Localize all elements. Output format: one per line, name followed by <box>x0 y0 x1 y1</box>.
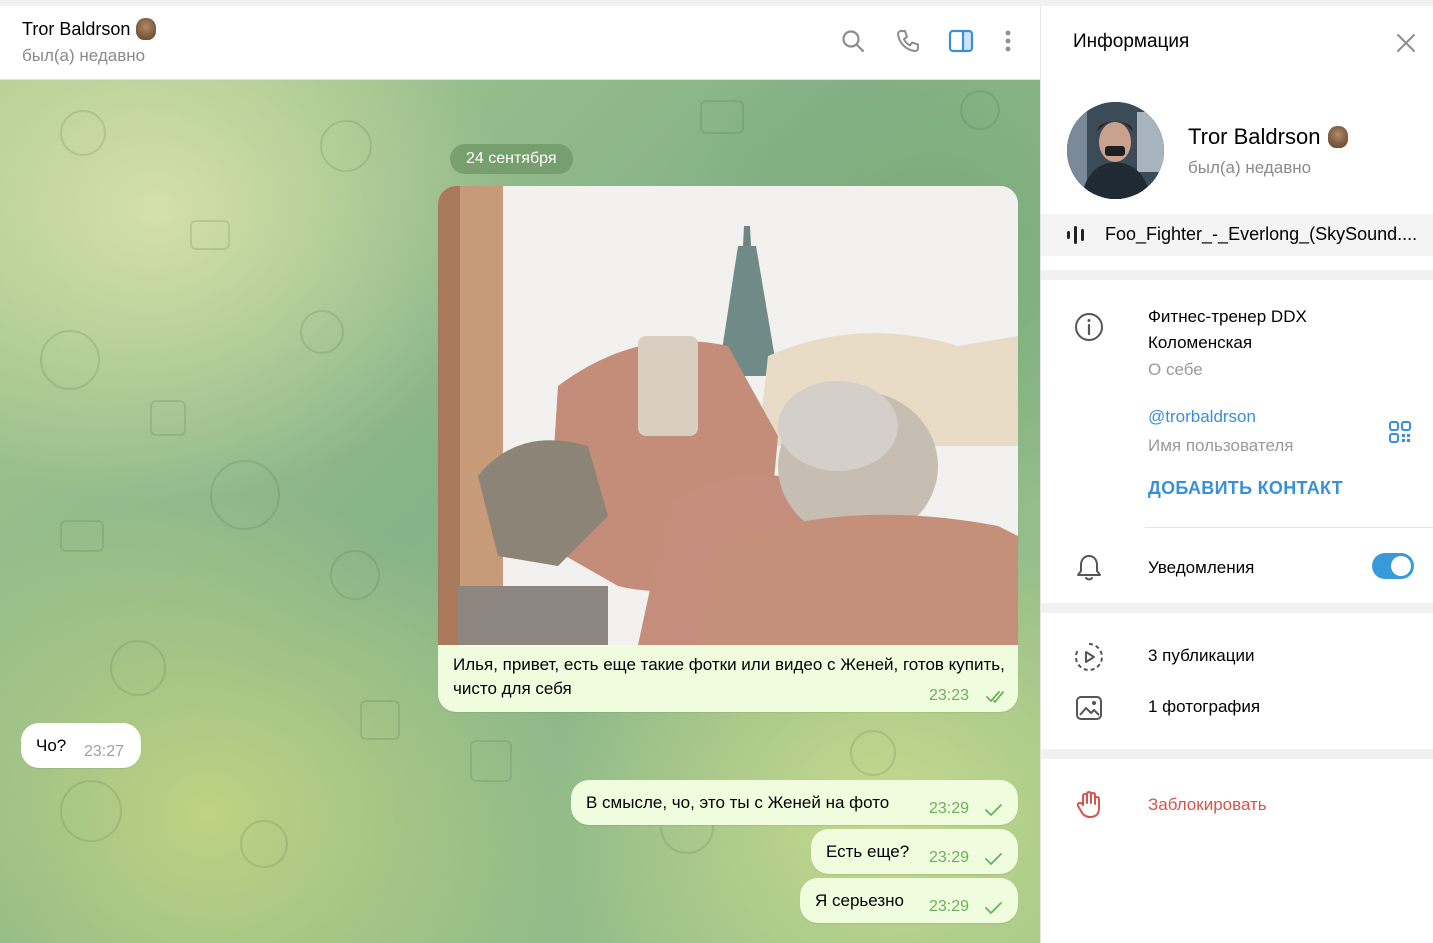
divider <box>1145 527 1433 528</box>
message-time: 23:29 <box>929 800 970 817</box>
doodle-shape <box>960 90 1000 130</box>
message-time: 23:29 <box>929 849 970 866</box>
chat-wallpaper: 24 сентября Илья, привет, есть еще такие… <box>0 80 1040 943</box>
sidebar-toggle-icon[interactable] <box>948 28 974 54</box>
doodle-shape <box>40 330 100 390</box>
outgoing-message[interactable]: Я серьезно 23:29 <box>800 878 1018 923</box>
phone-icon[interactable] <box>895 28 921 54</box>
qr-code-icon[interactable] <box>1388 420 1412 444</box>
info-title: Информация <box>1073 31 1190 52</box>
search-icon[interactable] <box>840 28 866 54</box>
doodle-shape <box>60 780 122 842</box>
chat-title[interactable]: Tror Baldrson <box>22 18 157 40</box>
profile-status: был(а) недавно <box>1188 158 1312 177</box>
notifications-label: Уведомления <box>1148 558 1255 577</box>
statue-emoji-icon <box>1328 126 1349 148</box>
chat-area: Tror Baldrson был(а) недавно 24 сентября… <box>0 6 1040 943</box>
chat-title-text: Tror Baldrson <box>22 18 131 39</box>
doodle-shape <box>320 120 372 172</box>
block-button[interactable]: Заблокировать <box>1148 795 1267 815</box>
doodle-shape <box>360 700 400 740</box>
profile-name-text: Tror Baldrson <box>1188 124 1321 149</box>
doodle-shape <box>60 520 104 552</box>
message-time: 23:29 <box>929 898 970 915</box>
doodle-shape <box>240 820 288 868</box>
doodle-shape <box>190 220 230 250</box>
toggle-knob <box>1391 556 1411 576</box>
doodle-shape <box>470 740 512 782</box>
username-link[interactable]: @trorbaldrson <box>1148 407 1256 427</box>
bio-label: О себе <box>1148 360 1203 379</box>
photos-count[interactable]: 1 фотография <box>1148 697 1260 717</box>
music-title: Foo_Fighter_-_Everlong_(SkySound.... <box>1105 224 1418 244</box>
bell-icon <box>1077 555 1101 581</box>
outgoing-message[interactable]: В смысле, чо, это ты с Женей на фото 23:… <box>571 780 1018 825</box>
profile-name: Tror Baldrson <box>1188 124 1349 150</box>
avatar[interactable] <box>1067 102 1164 199</box>
chat-status: был(а) недавно <box>22 46 146 65</box>
message-text: Я серьезно <box>815 891 904 910</box>
incoming-message[interactable]: Чо? 23:27 <box>21 723 141 768</box>
statue-emoji-icon <box>136 18 157 40</box>
doodle-shape <box>150 400 186 436</box>
date-separator: 24 сентября <box>450 144 573 174</box>
audio-wave-icon <box>1067 226 1084 244</box>
check-icon <box>985 853 1002 865</box>
username-label: Имя пользователя <box>1148 436 1294 455</box>
block-hand-icon <box>1076 791 1100 818</box>
check-icon <box>985 804 1002 816</box>
doodle-shape <box>850 730 896 776</box>
stories-icon <box>1075 643 1103 671</box>
section-separator <box>1041 603 1433 613</box>
message-photo[interactable] <box>438 186 1018 645</box>
message-text: Есть еще? <box>826 842 910 861</box>
double-check-icon <box>986 691 1004 703</box>
message-text: В смысле, чо, это ты с Женей на фото <box>586 793 890 812</box>
info-panel: Информация Tror Baldrson был(а) недавно <box>1040 6 1433 943</box>
check-icon <box>985 902 1002 914</box>
outgoing-message[interactable]: Есть еще? 23:29 <box>811 829 1018 874</box>
add-contact-button[interactable]: ДОБАВИТЬ КОНТАКТ <box>1148 478 1343 499</box>
doodle-shape <box>60 110 106 156</box>
message-time: 23:27 <box>84 743 125 760</box>
doodle-shape <box>110 640 166 696</box>
message-time: 23:23 <box>929 687 970 704</box>
message-text: Чо? <box>36 736 67 755</box>
section-separator <box>1041 270 1433 280</box>
photo-icon <box>1076 696 1102 720</box>
doodle-shape <box>700 100 744 134</box>
doodle-shape <box>210 460 280 530</box>
profile-music-row[interactable]: Foo_Fighter_-_Everlong_(SkySound.... <box>1041 214 1433 256</box>
bio-text[interactable]: Фитнес-тренер DDX Коломенская <box>1148 304 1368 356</box>
doodle-shape <box>300 310 344 354</box>
more-vertical-icon[interactable] <box>995 28 1021 54</box>
photo-message[interactable]: Илья, привет, есть еще такие фотки или в… <box>438 186 1018 712</box>
doodle-shape <box>330 550 380 600</box>
close-icon[interactable] <box>1395 32 1417 54</box>
posts-count[interactable]: 3 публикации <box>1148 646 1254 666</box>
notifications-toggle[interactable] <box>1372 553 1414 579</box>
info-icon <box>1075 313 1103 341</box>
chat-header[interactable]: Tror Baldrson был(а) недавно <box>0 6 1040 80</box>
telegram-window: Tror Baldrson был(а) недавно 24 сентября… <box>0 0 1433 943</box>
section-separator <box>1041 749 1433 759</box>
